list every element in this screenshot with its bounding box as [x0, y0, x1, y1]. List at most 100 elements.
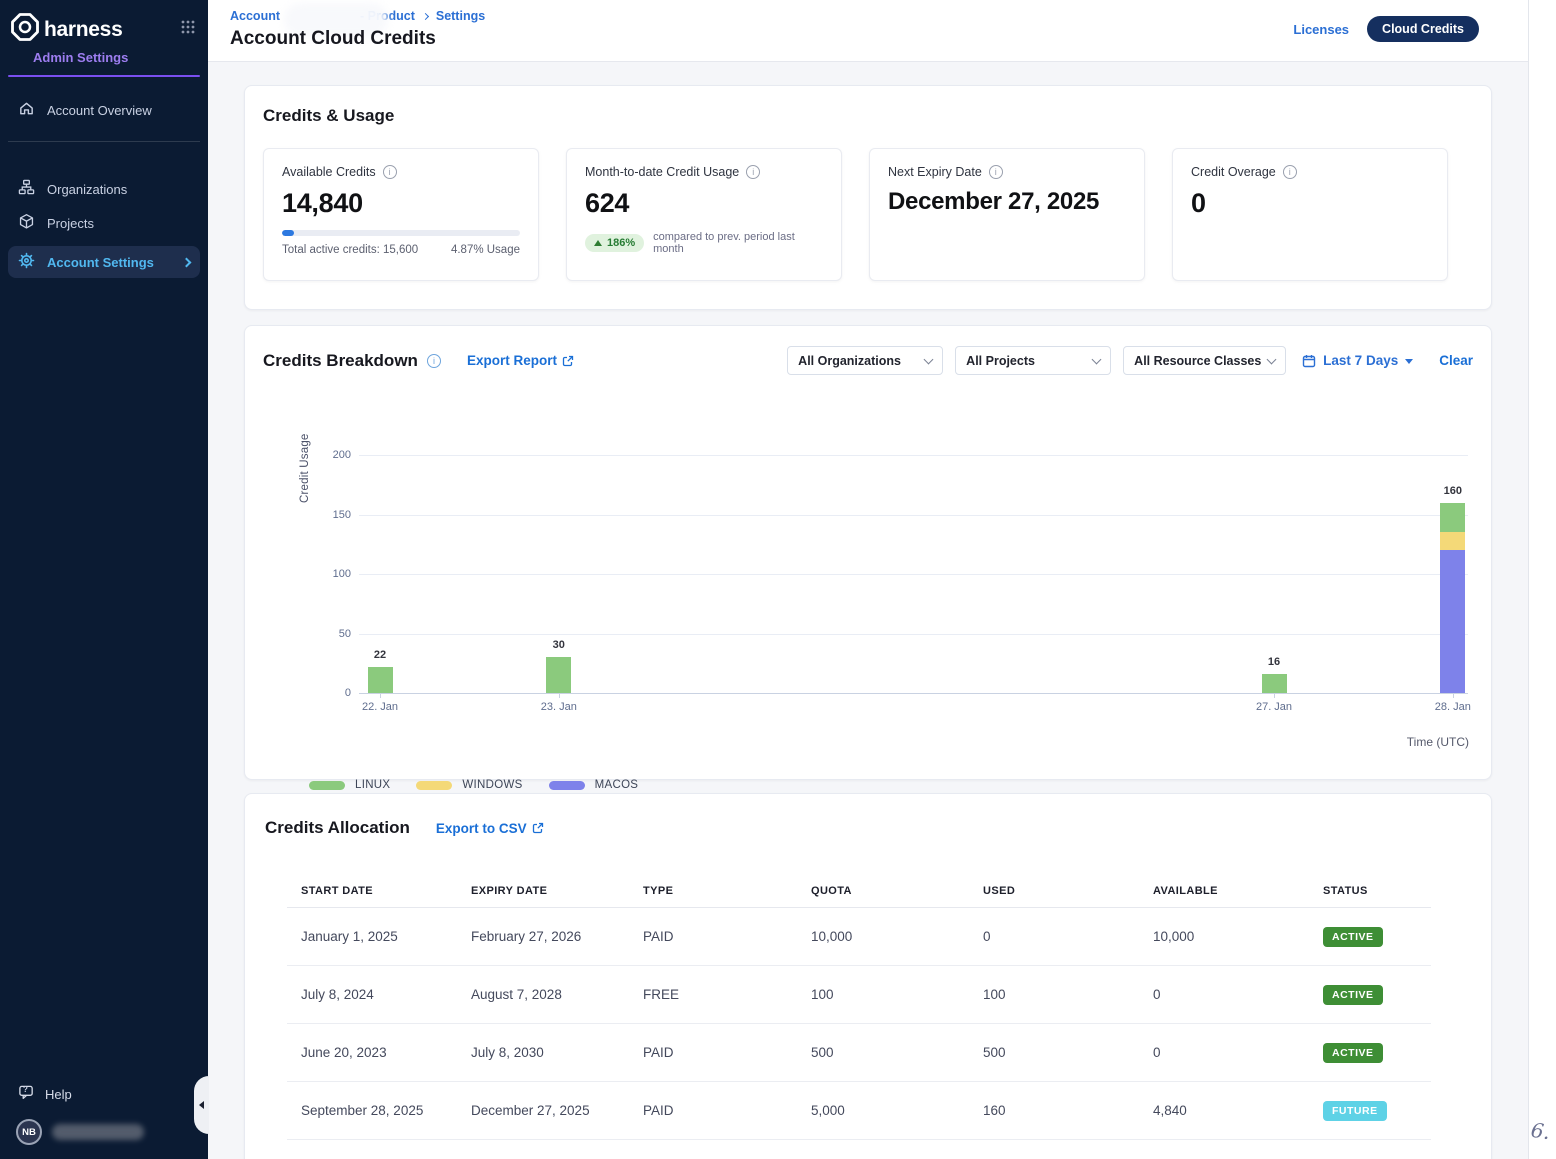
avatar[interactable]: NB: [16, 1119, 42, 1145]
breadcrumb-chevron-icon: [422, 12, 429, 19]
scrollbar-track[interactable]: [1528, 0, 1556, 1159]
date-range-picker[interactable]: Last 7 Days: [1302, 353, 1413, 368]
date-range-value: Last 7 Days: [1323, 353, 1398, 368]
column-header: AVAILABLE: [1153, 885, 1323, 897]
table-row: July 8, 2024August 7, 2028FREE1001000ACT…: [287, 966, 1431, 1024]
chart-bar[interactable]: [1262, 674, 1287, 693]
licenses-link[interactable]: Licenses: [1293, 22, 1349, 37]
export-csv-link[interactable]: Export to CSV: [436, 821, 544, 836]
cell-available: 0: [1153, 1045, 1323, 1060]
sidebar-item-organizations[interactable]: Organizations: [0, 172, 208, 206]
resource-classes-select[interactable]: All Resource Classes: [1123, 346, 1286, 375]
sidebar-collapse-handle[interactable]: [194, 1076, 209, 1134]
export-report-link[interactable]: Export Report: [467, 353, 574, 368]
external-link-icon: [532, 822, 544, 834]
legend-swatch: [549, 781, 585, 790]
chevron-right-icon: [182, 257, 192, 267]
cell-expiry_date: July 8, 2030: [471, 1045, 643, 1060]
y-tick-label: 200: [311, 449, 351, 461]
clear-filters-link[interactable]: Clear: [1439, 353, 1473, 368]
total-active-credits: Total active credits: 15,600: [282, 244, 418, 256]
info-icon[interactable]: [383, 165, 397, 179]
cell-start_date: June 20, 2023: [301, 1045, 471, 1060]
module-subtitle: Admin Settings: [33, 50, 208, 65]
chart-bar[interactable]: [368, 667, 393, 693]
stat-value: 0: [1191, 188, 1429, 219]
bar-segment-linux: [546, 657, 571, 693]
x-axis-line: [359, 693, 1468, 694]
projects-select[interactable]: All Projects: [955, 346, 1111, 375]
info-icon[interactable]: [427, 354, 441, 368]
user-row[interactable]: NB: [0, 1111, 208, 1149]
cell-used: 500: [983, 1045, 1153, 1060]
breadcrumb-settings[interactable]: Settings: [436, 9, 485, 23]
chevron-down-icon: [1267, 354, 1277, 364]
status-badge: FUTURE: [1323, 1101, 1387, 1121]
cell-quota: 5,000: [811, 1103, 983, 1118]
cell-status: ACTIVE: [1323, 1043, 1431, 1063]
credit-usage-chart: Credit Usage 0501001502002222. Jan3023. …: [263, 383, 1473, 743]
breakdown-title: Credits Breakdown: [263, 351, 418, 371]
harness-logo-icon: [10, 12, 40, 47]
stat-label: Next Expiry Date: [888, 165, 982, 179]
bar-segment-linux: [368, 667, 393, 693]
legend-item-windows[interactable]: WINDOWS: [416, 779, 522, 791]
app-root: harness Admin Settings Account Overview: [0, 0, 1556, 1159]
export-csv-label: Export to CSV: [436, 821, 527, 836]
legend-swatch: [309, 781, 345, 790]
delta-note: compared to prev. period last month: [653, 231, 823, 255]
sidebar-nav: Account Overview Organizations: [0, 93, 208, 278]
legend-item-linux[interactable]: LINUX: [309, 779, 390, 791]
column-header: TYPE: [643, 885, 811, 897]
delta-badge: 186%: [585, 234, 644, 252]
help-chat-icon: [18, 1084, 35, 1104]
sidebar-item-label: Projects: [47, 216, 94, 231]
chart-gridline: [359, 455, 1468, 456]
sidebar-item-projects[interactable]: Projects: [0, 206, 208, 240]
cell-expiry_date: February 27, 2026: [471, 929, 643, 944]
column-header: STATUS: [1323, 885, 1431, 897]
info-icon[interactable]: [989, 165, 1003, 179]
breadcrumb[interactable]: Account - Product Settings: [230, 9, 485, 23]
stat-label: Credit Overage: [1191, 165, 1276, 179]
export-report-label: Export Report: [467, 353, 557, 368]
organizations-select[interactable]: All Organizations: [787, 346, 943, 375]
cell-expiry_date: August 7, 2028: [471, 987, 643, 1002]
table-header-row: START DATEEXPIRY DATETYPEQUOTAUSEDAVAILA…: [287, 874, 1431, 908]
x-tick-label: 27. Jan: [1239, 701, 1309, 713]
credits-usage-title: Credits & Usage: [263, 106, 1473, 126]
allocation-table: START DATEEXPIRY DATETYPEQUOTAUSEDAVAILA…: [287, 874, 1431, 1140]
page-title: Account Cloud Credits: [230, 28, 436, 50]
calendar-icon: [1302, 354, 1316, 368]
column-header: START DATE: [301, 885, 471, 897]
y-axis-title: Credit Usage: [299, 433, 311, 503]
info-icon[interactable]: [746, 165, 760, 179]
cube-icon: [18, 213, 35, 233]
main-content: Account - Product Settings Account Cloud…: [208, 0, 1556, 1159]
status-badge: ACTIVE: [1323, 927, 1383, 947]
legend-item-macos[interactable]: MACOS: [549, 779, 639, 791]
table-row: June 20, 2023July 8, 2030PAID5005000ACTI…: [287, 1024, 1431, 1082]
stat-card-available-credits: Available Credits 14,840 Total active cr…: [263, 148, 539, 281]
breadcrumb-account[interactable]: Account: [230, 9, 280, 23]
bar-segment-macos: [1440, 550, 1465, 693]
cell-expiry_date: December 27, 2025: [471, 1103, 643, 1118]
bar-value-label: 22: [350, 649, 410, 661]
chart-bar[interactable]: [546, 657, 571, 693]
app-grid-icon[interactable]: [180, 19, 196, 40]
cell-available: 0: [1153, 987, 1323, 1002]
redacted-username: [52, 1124, 144, 1140]
sidebar-item-account-settings[interactable]: Account Settings: [8, 246, 200, 278]
sidebar-item-account-overview[interactable]: Account Overview: [0, 93, 208, 127]
x-tick-label: 22. Jan: [345, 701, 415, 713]
breadcrumb-product[interactable]: - Product: [360, 9, 415, 23]
brand-row: harness: [0, 0, 208, 47]
sidebar-item-label: Organizations: [47, 182, 127, 197]
chart-bar[interactable]: [1440, 503, 1465, 693]
chart-plot-area: 0501001502002222. Jan3023. Jan1627. Jan1…: [359, 455, 1468, 693]
help-button[interactable]: Help: [0, 1077, 208, 1111]
cell-status: FUTURE: [1323, 1101, 1431, 1121]
cloud-credits-button[interactable]: Cloud Credits: [1367, 16, 1479, 42]
chevron-down-icon: [924, 354, 934, 364]
info-icon[interactable]: [1283, 165, 1297, 179]
